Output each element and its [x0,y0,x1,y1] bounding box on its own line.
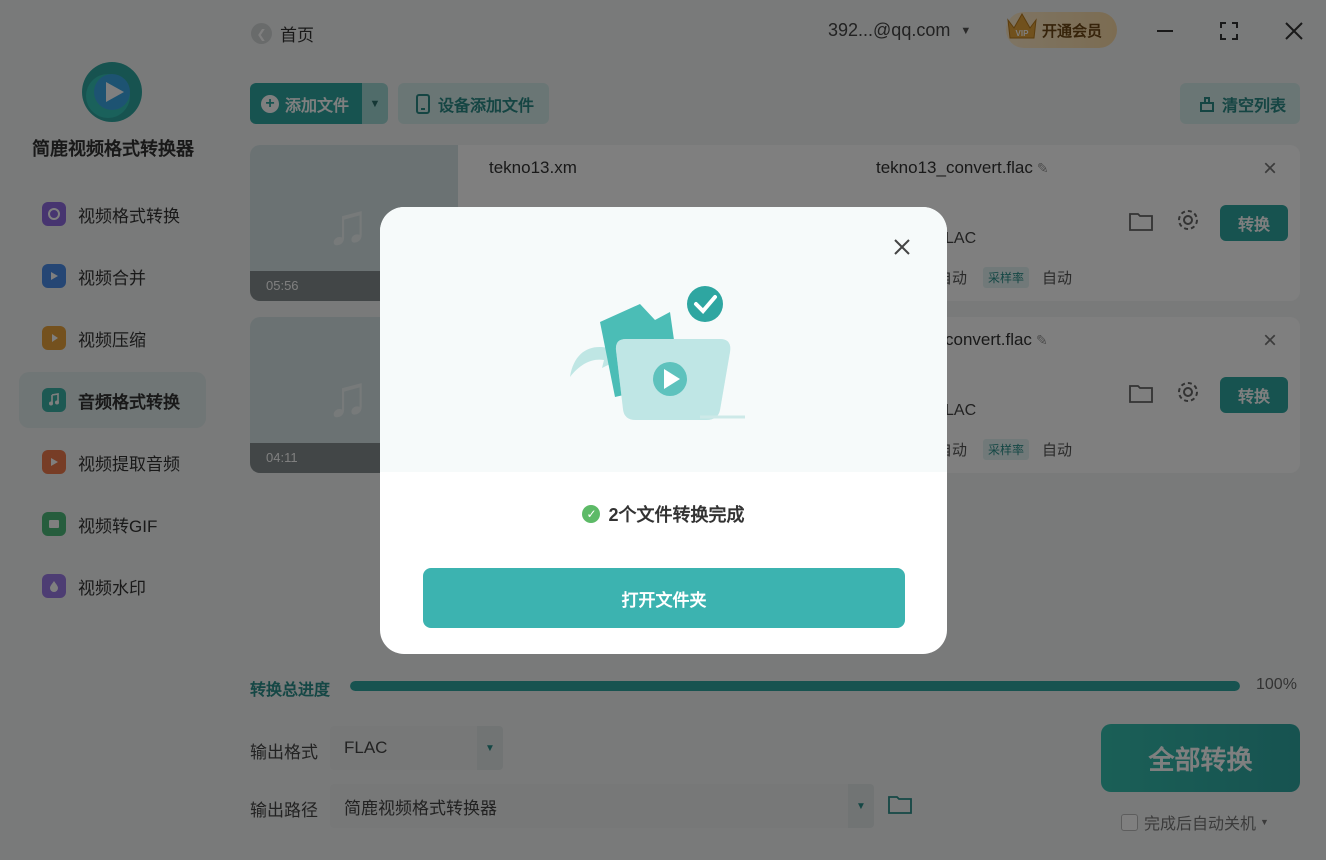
open-folder-button[interactable]: 打开文件夹 [423,568,905,628]
check-circle-icon: ✓ [582,505,601,523]
close-icon [894,239,910,255]
completion-message: ✓ 2个文件转换完成 [380,501,947,527]
dialog-close-button[interactable] [894,233,910,259]
completion-text: 2个文件转换完成 [608,505,745,525]
folder-complete-illustration [570,286,745,420]
app-window: 简鹿视频格式转换器 视频格式转换 视频合并 视频压缩 音频格式转换 视频提取音频 [0,0,1326,860]
conversion-complete-dialog: ✓ 2个文件转换完成 打开文件夹 [380,207,947,654]
